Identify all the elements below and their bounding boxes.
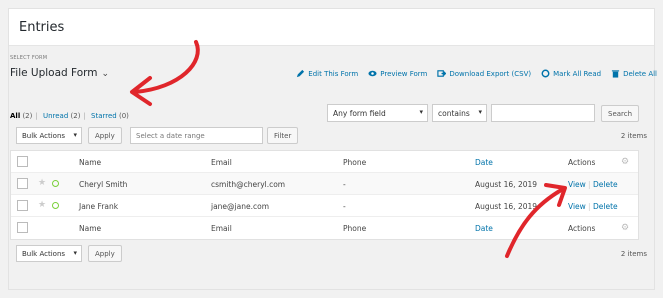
table-footer-row: Name Email Phone Date Actions ⚙ (11, 217, 638, 239)
entries-table: Name Email Phone Date Actions ⚙ ★ Cheryl… (10, 150, 639, 240)
table-row: ★ Cheryl Smith csmith@cheryl.com - Augus… (11, 173, 638, 195)
eye-icon (368, 70, 377, 77)
field-select[interactable]: Any form field ▾ (327, 104, 428, 122)
view-unread-count: (2) (70, 112, 81, 120)
row-date: August 16, 2019 (475, 202, 538, 211)
view-starred-count: (0) (119, 112, 129, 120)
bulk-actions-value: Bulk Actions (22, 132, 66, 140)
view-all-link[interactable]: All (10, 112, 20, 120)
preview-form-label: Preview Form (380, 69, 428, 78)
edit-form-link[interactable]: Edit This Form (296, 69, 358, 78)
operator-select[interactable]: contains ▾ (432, 104, 487, 122)
mark-all-read-link[interactable]: Mark All Read (541, 69, 601, 78)
row-view-link[interactable]: View (568, 202, 586, 211)
chevron-down-icon: ▾ (73, 249, 77, 257)
action-separator: | (588, 180, 591, 189)
chevron-down-icon: ▾ (73, 131, 77, 139)
trash-icon (611, 70, 620, 78)
header-date[interactable]: Date (475, 158, 493, 167)
view-starred-link[interactable]: Starred (91, 112, 117, 120)
row-view-link[interactable]: View (568, 180, 586, 189)
footer-email[interactable]: Email (211, 224, 232, 233)
row-checkbox[interactable] (17, 178, 28, 189)
row-phone: - (343, 180, 346, 189)
header-name[interactable]: Name (79, 158, 101, 167)
row-delete-link[interactable]: Delete (593, 180, 618, 189)
gear-icon[interactable]: ⚙ (621, 223, 629, 233)
row-name: Cheryl Smith (79, 180, 128, 189)
row-phone: - (343, 202, 346, 211)
operator-select-value: contains (438, 109, 470, 118)
header-email[interactable]: Email (211, 158, 232, 167)
page-title: Entries (19, 20, 65, 35)
star-icon[interactable]: ★ (38, 178, 46, 188)
chevron-down-icon: ▾ (419, 108, 423, 116)
star-icon[interactable]: ★ (38, 200, 46, 210)
footer-phone[interactable]: Phone (343, 224, 366, 233)
edit-form-label: Edit This Form (308, 69, 359, 78)
view-filters: All (2) | Unread (2) | Starred (0) (10, 112, 129, 120)
download-export-label: Download Export (CSV) (449, 69, 532, 78)
field-select-value: Any form field (333, 109, 386, 118)
footer-actions: Actions (568, 224, 596, 233)
row-name: Jane Frank (79, 202, 119, 211)
row-email: jane@jane.com (211, 202, 269, 211)
export-icon (437, 70, 447, 77)
header-phone[interactable]: Phone (343, 158, 366, 167)
select-all-checkbox[interactable] (17, 156, 28, 167)
apply-button-bottom[interactable]: Apply (88, 245, 122, 262)
form-selector[interactable]: File Upload Form ⌄ (10, 67, 109, 79)
chevron-down-icon: ▾ (478, 108, 482, 116)
footer-name[interactable]: Name (79, 224, 101, 233)
unread-dot-icon[interactable] (52, 180, 59, 187)
bulk-actions-value: Bulk Actions (22, 250, 66, 258)
circle-icon (541, 69, 550, 78)
header-actions: Actions (568, 158, 596, 167)
date-range-input[interactable]: Select a date range (130, 127, 263, 144)
view-all-count: (2) (22, 112, 33, 120)
action-separator: | (588, 202, 591, 211)
preview-form-link[interactable]: Preview Form (368, 69, 427, 78)
items-count-bottom: 2 items (620, 250, 647, 258)
items-count: 2 items (620, 132, 647, 140)
form-selector-value: File Upload Form (10, 67, 98, 79)
bulk-actions-select-bottom[interactable]: Bulk Actions ▾ (16, 245, 82, 262)
table-row: ★ Jane Frank jane@jane.com - August 16, … (11, 195, 638, 217)
delete-all-link[interactable]: Delete All (611, 69, 657, 78)
table-header-row: Name Email Phone Date Actions ⚙ (11, 151, 638, 173)
unread-dot-icon[interactable] (52, 202, 59, 209)
bulk-actions-select[interactable]: Bulk Actions ▾ (16, 127, 82, 144)
search-input[interactable] (491, 104, 595, 122)
filter-button[interactable]: Filter (267, 127, 299, 144)
row-delete-link[interactable]: Delete (593, 202, 618, 211)
download-export-link[interactable]: Download Export (CSV) (437, 69, 531, 78)
search-button[interactable]: Search (601, 105, 640, 122)
footer-date[interactable]: Date (475, 224, 493, 233)
header-bar: Entries (9, 9, 654, 46)
form-actions: Edit This Form Preview Form Download Exp… (296, 69, 657, 78)
pencil-icon (297, 69, 305, 78)
select-form-label: SELECT FORM (10, 55, 48, 61)
gear-icon[interactable]: ⚙ (621, 157, 629, 167)
view-unread-link[interactable]: Unread (43, 112, 68, 120)
row-email: csmith@cheryl.com (211, 180, 286, 189)
row-date: August 16, 2019 (475, 180, 538, 189)
delete-all-label: Delete All (623, 69, 657, 78)
chevron-down-icon: ⌄ (101, 69, 110, 79)
row-checkbox[interactable] (17, 200, 28, 211)
apply-button[interactable]: Apply (88, 127, 122, 144)
select-all-checkbox[interactable] (17, 222, 28, 233)
mark-all-read-label: Mark All Read (553, 69, 602, 78)
